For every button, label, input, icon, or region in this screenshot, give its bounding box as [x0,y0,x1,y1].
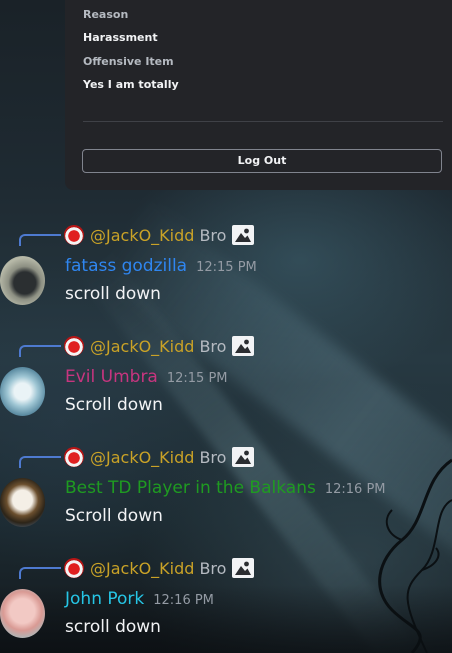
message-item[interactable]: @JackO_Kidd Bro fatass godzilla 12:15 PM… [0,225,452,325]
username[interactable]: fatass godzilla [65,256,187,276]
reply-preview[interactable]: @JackO_Kidd Bro [64,558,255,578]
message-item[interactable]: @JackO_Kidd Bro Best TD Player in the Ba… [0,447,452,547]
reply-text: Bro [199,447,227,467]
username[interactable]: Evil Umbra [65,367,158,387]
reply-spine [19,345,61,357]
reply-preview[interactable]: @JackO_Kidd Bro [64,447,255,467]
timestamp[interactable]: 12:16 PM [153,593,214,608]
reply-username[interactable]: @JackO_Kidd [90,337,194,356]
reply-spine [19,567,61,579]
message-content: Scroll down [65,506,163,526]
offensive-item-value: Yes I am totally [83,78,179,91]
message-header: Best TD Player in the Balkans 12:16 PM [65,478,386,498]
message-content: scroll down [65,617,161,637]
message-item[interactable]: @JackO_Kidd Bro John Pork 12:16 PM scrol… [0,558,452,653]
report-panel: Reason Harassment Offensive Item Yes I a… [65,0,452,190]
reply-username[interactable]: @JackO_Kidd [90,559,194,578]
reason-label: Reason [83,8,129,21]
reply-username[interactable]: @JackO_Kidd [90,448,194,467]
chat-view: Reason Harassment Offensive Item Yes I a… [0,0,452,653]
reply-avatar[interactable] [64,225,84,245]
reply-avatar[interactable] [64,558,84,578]
message-header: John Pork 12:16 PM [65,589,214,609]
offensive-item-label: Offensive Item [83,55,174,68]
reply-text: Bro [199,225,227,245]
reply-preview[interactable]: @JackO_Kidd Bro [64,336,255,356]
log-out-button[interactable]: Log Out [82,149,442,173]
image-icon [232,225,255,245]
reply-text: Bro [199,336,227,356]
image-icon [232,558,255,578]
reply-avatar[interactable] [64,447,84,467]
message-content: scroll down [65,284,161,304]
message-header: fatass godzilla 12:15 PM [65,256,257,276]
image-icon [232,447,255,467]
username[interactable]: John Pork [65,589,144,609]
avatar[interactable] [0,367,45,416]
message-content: Scroll down [65,395,163,415]
reply-text: Bro [199,558,227,578]
reply-spine [19,234,61,246]
panel-divider [83,121,443,122]
avatar[interactable] [0,256,45,305]
reply-avatar[interactable] [64,336,84,356]
message-header: Evil Umbra 12:15 PM [65,367,228,387]
username[interactable]: Best TD Player in the Balkans [65,478,316,498]
image-icon [232,336,255,356]
reply-spine [19,456,61,468]
timestamp[interactable]: 12:16 PM [325,482,386,497]
reply-preview[interactable]: @JackO_Kidd Bro [64,225,255,245]
avatar[interactable] [0,589,45,638]
avatar[interactable] [0,478,45,527]
reason-value: Harassment [83,31,158,44]
timestamp[interactable]: 12:15 PM [167,371,228,386]
timestamp[interactable]: 12:15 PM [196,260,257,275]
message-item[interactable]: @JackO_Kidd Bro Evil Umbra 12:15 PM Scro… [0,336,452,436]
reply-username[interactable]: @JackO_Kidd [90,226,194,245]
